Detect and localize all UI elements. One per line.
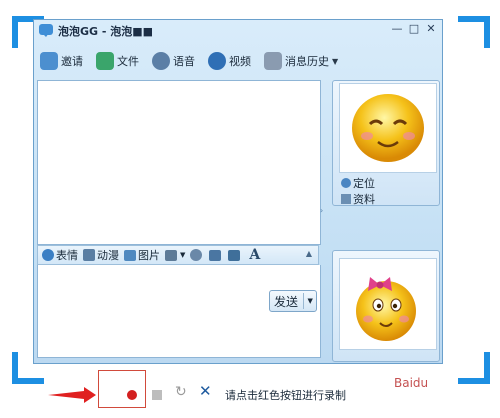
message-history-icon [264,52,282,70]
smiley-avatar-icon [352,94,424,162]
quick-reply-button[interactable] [209,249,223,261]
contact-profile-panel: 定位 资料 [332,80,440,206]
file-label: 文件 [117,55,139,68]
contact-avatar [339,83,437,173]
emoji-label: 表情 [56,249,78,262]
window-title: 泡泡GG - 泡泡■■ [58,25,154,38]
message-history-label: 消息历史 [285,55,329,68]
chevron-right-icon: › [320,206,324,215]
invite-label: 邀请 [61,55,83,68]
maximize-button[interactable]: □ [407,21,421,37]
emoji-icon [42,249,54,261]
image-button[interactable] [228,249,242,261]
star-icon [83,249,95,261]
recording-hint: 请点击红色按钮进行录制 [225,389,346,402]
reset-icon[interactable]: ↻ [175,384,187,400]
shake-button[interactable] [190,249,204,261]
cancel-recording-icon[interactable]: ✕ [199,382,212,400]
picture-label: 图片 [138,249,160,262]
minimize-button[interactable]: — [390,21,404,37]
voice-label: 语音 [173,55,195,68]
capture-corner-top-right [458,16,490,48]
main-toolbar: 邀请 文件 语音 视频 消息历史 ▼ [40,48,351,74]
locate-label: 定位 [353,177,375,190]
file-button[interactable]: 文件 [96,52,139,70]
send-label: 发送 [274,294,299,309]
record-highlight-box [98,370,146,408]
voice-button[interactable]: 语音 [152,52,195,70]
screenshot-button[interactable]: ▼ [165,249,185,261]
profile-card-icon [341,194,351,204]
red-arrow-icon [48,387,96,403]
voice-icon [152,52,170,70]
input-toolbar: 表情 动漫 图片 ▼ A ▲ [37,245,319,265]
chevron-down-icon[interactable]: ▼ [180,251,185,259]
my-avatar [339,258,437,350]
baidu-watermark-logo: Baidu [394,376,429,390]
invite-button[interactable]: 邀请 [40,52,83,70]
chat-bubble-icon [39,24,53,37]
message-display-area[interactable] [37,80,321,245]
info-link[interactable]: 资料 [341,191,375,207]
shake-icon [190,249,203,261]
title-bar: 泡泡GG - 泡泡■■ — □ ✕ [34,20,442,40]
font-button[interactable]: A [249,247,260,263]
info-label: 资料 [353,193,375,206]
picture-button[interactable]: 图片 [124,247,160,263]
location-pin-icon [341,178,351,188]
record-button[interactable] [127,390,137,400]
close-button[interactable]: ✕ [424,21,438,37]
send-button[interactable]: 发送 ▼ [269,290,317,312]
picture-icon [124,249,136,261]
locate-link[interactable]: 定位 [341,175,375,191]
quick-reply-icon [209,249,222,261]
invite-icon [40,52,58,70]
video-label: 视频 [229,55,251,68]
message-history-button[interactable]: 消息历史 ▼ [264,52,338,70]
collapse-icon[interactable]: ▲ [306,249,312,258]
animation-button[interactable]: 动漫 [83,247,119,263]
my-profile-panel [332,250,440,362]
scissors-icon [165,249,177,261]
girl-smiley-avatar-icon [356,277,416,341]
video-button[interactable]: 视频 [208,52,251,70]
animation-label: 动漫 [97,249,119,262]
top-cut-text-strip [0,0,500,10]
chevron-down-icon[interactable]: ▼ [303,293,316,309]
image-icon [228,249,241,261]
video-icon [208,52,226,70]
emoji-button[interactable]: 表情 [42,247,78,263]
capture-corner-bottom-right [458,352,490,384]
file-transfer-icon [96,52,114,70]
chevron-down-icon[interactable]: ▼ [332,57,338,66]
stop-button[interactable] [152,390,162,400]
chat-window: 泡泡GG - 泡泡■■ — □ ✕ 邀请 文件 语音 视频 消息历史 ▼ › 表… [33,19,443,364]
